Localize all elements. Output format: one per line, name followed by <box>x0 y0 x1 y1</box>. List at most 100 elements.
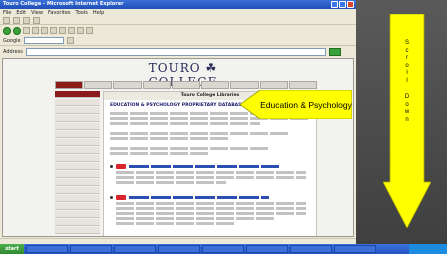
bullet-icon <box>110 165 113 168</box>
nav-tab[interactable] <box>84 81 113 89</box>
search-icon[interactable] <box>50 27 57 34</box>
google-label: Google <box>3 37 21 44</box>
taskbar-item[interactable] <box>202 245 244 253</box>
taskbar-item[interactable] <box>114 245 156 253</box>
sidebar-item[interactable] <box>55 187 100 194</box>
bullet-icon <box>110 196 113 199</box>
menu-view[interactable]: View <box>31 9 43 17</box>
scroll-letter: l <box>406 70 408 76</box>
refresh-icon[interactable] <box>32 27 39 34</box>
google-search-icon[interactable] <box>66 37 74 44</box>
menu-help[interactable]: Help <box>93 9 104 17</box>
nav-tab[interactable] <box>288 81 317 89</box>
link-icon[interactable] <box>13 17 20 24</box>
close-button[interactable] <box>347 1 354 8</box>
paragraph-text <box>110 147 270 150</box>
start-button[interactable]: start <box>0 244 24 254</box>
browser-window: Touro College - Microsoft Internet Explo… <box>0 0 356 254</box>
sidebar-item[interactable] <box>55 203 100 210</box>
go-button[interactable] <box>328 47 341 56</box>
scroll-down-arrow: S c r o l l D o w n <box>383 14 431 228</box>
college-logo[interactable]: TOURO ☘ COLLEGE <box>113 61 253 89</box>
sidebar-item[interactable] <box>55 179 100 186</box>
paragraph-text <box>110 152 210 155</box>
sidebar-item[interactable] <box>55 139 100 146</box>
taskbar-item[interactable] <box>158 245 200 253</box>
sidebar-item[interactable] <box>55 171 100 178</box>
favorites-icon[interactable] <box>59 27 66 34</box>
scroll-letter: S <box>404 40 409 46</box>
sidebar-item[interactable] <box>55 115 100 122</box>
sidebar-item[interactable] <box>55 123 100 130</box>
scroll-letter: o <box>405 62 409 69</box>
window-controls <box>331 1 354 8</box>
top-navigation <box>55 81 317 89</box>
mail-icon[interactable] <box>77 27 84 34</box>
menu-edit[interactable]: Edit <box>16 9 26 17</box>
sidebar-item[interactable] <box>55 227 100 234</box>
database-link[interactable] <box>129 165 279 168</box>
nav-tab[interactable] <box>55 81 84 89</box>
paragraph-text <box>116 202 306 205</box>
taskbar-item[interactable] <box>26 245 68 253</box>
system-tray <box>409 244 447 254</box>
sidebar-item[interactable] <box>55 195 100 202</box>
print-icon[interactable] <box>86 27 93 34</box>
window-title-bar: Touro College - Microsoft Internet Explo… <box>0 0 356 9</box>
link-icon[interactable] <box>3 17 10 24</box>
taskbar: start <box>0 244 447 254</box>
menu-favorites[interactable]: Favorites <box>48 9 71 17</box>
sidebar-item[interactable] <box>55 99 100 106</box>
taskbar-item[interactable] <box>334 245 376 253</box>
database-link[interactable] <box>129 196 269 199</box>
paragraph-text <box>110 122 260 125</box>
home-icon[interactable] <box>41 27 48 34</box>
nav-tab[interactable] <box>113 81 142 89</box>
sidebar-item[interactable] <box>55 147 100 154</box>
sidebar-item[interactable] <box>55 131 100 138</box>
taskbar-item[interactable] <box>290 245 332 253</box>
back-icon[interactable] <box>3 26 11 35</box>
google-search-input[interactable] <box>23 37 64 44</box>
nav-tab[interactable] <box>259 81 288 89</box>
window-title: Touro College - Microsoft Internet Explo… <box>3 1 124 7</box>
nav-tab[interactable] <box>142 81 171 89</box>
scroll-letter: l <box>406 77 408 84</box>
paragraph-text <box>116 176 306 179</box>
paragraph-text <box>116 222 236 225</box>
taskbar-item[interactable] <box>70 245 112 253</box>
sidebar-item[interactable] <box>55 155 100 162</box>
education-psychology-callout: Education & Psychology <box>240 90 352 119</box>
sidebar-item[interactable] <box>55 107 100 114</box>
scroll-letter: r <box>406 55 408 61</box>
new-badge <box>116 195 126 200</box>
paragraph-text <box>110 132 290 135</box>
stop-icon[interactable] <box>23 27 30 34</box>
history-icon[interactable] <box>68 27 75 34</box>
link-icon[interactable] <box>23 17 30 24</box>
taskbar-item[interactable] <box>246 245 288 253</box>
menu-file[interactable]: File <box>3 9 11 17</box>
minimize-button[interactable] <box>331 1 338 8</box>
nav-tab[interactable] <box>171 81 201 89</box>
sidebar-item[interactable] <box>55 163 100 170</box>
scroll-letter: w <box>404 109 410 115</box>
paragraph-text <box>116 207 306 210</box>
sidebar-item[interactable] <box>55 91 100 98</box>
address-input[interactable] <box>25 47 326 56</box>
nav-tab[interactable] <box>230 81 259 89</box>
paragraph-text <box>116 171 306 174</box>
forward-icon[interactable] <box>13 26 21 35</box>
scroll-letter: o <box>405 101 409 108</box>
link-icon[interactable] <box>33 17 40 24</box>
maximize-button[interactable] <box>339 1 346 8</box>
left-sidebar <box>55 91 100 236</box>
sidebar-item[interactable] <box>55 219 100 226</box>
menu-tools[interactable]: Tools <box>76 9 88 17</box>
navigation-toolbar <box>0 25 356 36</box>
sidebar-item[interactable] <box>55 211 100 218</box>
paragraph-text <box>116 217 276 220</box>
callout-text: Education & Psychology <box>260 99 352 110</box>
paragraph-text <box>116 181 226 184</box>
nav-tab[interactable] <box>201 81 230 89</box>
